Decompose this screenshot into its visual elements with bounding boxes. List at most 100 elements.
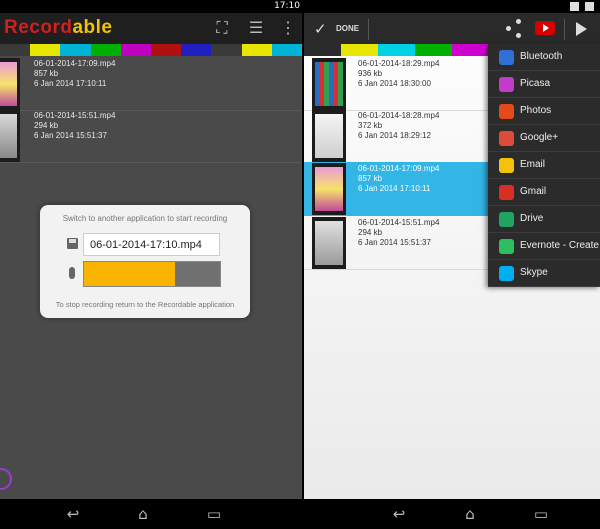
fullscreen-icon[interactable]: ⛶ xyxy=(211,18,233,40)
recording-size: 372 kb xyxy=(358,121,383,130)
drive-icon xyxy=(499,212,514,227)
share-menu-item-label: Skype xyxy=(520,267,548,278)
audio-level-meter xyxy=(83,261,221,287)
dialog-stop-hint: To stop recording return to the Recordab… xyxy=(55,300,235,309)
recording-size: 936 kb xyxy=(358,69,383,78)
home-icon[interactable]: ⌂ xyxy=(459,507,481,522)
color-strip-segment xyxy=(378,44,415,56)
back-icon[interactable]: ↩ xyxy=(388,507,410,522)
share-menu-item-label: Bluetooth xyxy=(520,51,563,62)
nav-bar: ↩ ⌂ ▭ xyxy=(0,499,302,529)
google-plus-icon xyxy=(499,131,514,146)
divider xyxy=(564,19,565,40)
microphone-icon xyxy=(69,267,75,279)
photos-icon xyxy=(499,104,514,119)
color-strip-segment xyxy=(271,44,302,56)
video-thumbnail xyxy=(312,217,346,269)
color-strip-segment xyxy=(60,44,91,56)
share-menu: Bluetooth Picasa Photos Google+ Email Gmail Dr… xyxy=(488,44,600,287)
share-menu-item[interactable]: Evernote - Create xyxy=(488,233,600,260)
recording-name: 06-01-2014-17:09.mp4 xyxy=(358,164,440,173)
recording-date: 6 Jan 2014 17:10:11 xyxy=(358,184,431,193)
skype-icon xyxy=(499,266,514,281)
dialog-instruction: Switch to another application to start r… xyxy=(62,214,228,223)
share-menu-item[interactable]: Drive xyxy=(488,206,600,233)
battery-icon xyxy=(585,2,594,11)
color-strip-segment xyxy=(151,44,182,56)
recording-dialog: Switch to another application to start r… xyxy=(40,205,250,318)
status-time: 17:10 xyxy=(274,1,300,11)
share-menu-item-label: Photos xyxy=(520,105,552,116)
wifi-icon xyxy=(570,2,579,11)
color-strip-segment xyxy=(241,44,272,56)
audio-level-fill xyxy=(84,262,176,286)
recording-date: 6 Jan 2014 18:30:00 xyxy=(358,79,431,88)
record-button[interactable] xyxy=(0,468,12,490)
color-strip-segment xyxy=(415,44,452,56)
home-icon[interactable]: ⌂ xyxy=(132,507,154,522)
checkmark-icon[interactable]: ✓ xyxy=(314,20,327,38)
recent-apps-icon[interactable]: ▭ xyxy=(203,507,225,522)
recording-row[interactable]: 06-01-2014-17:09.mp4 857 kb 6 Jan 2014 1… xyxy=(0,57,302,111)
app-title-part2: able xyxy=(72,17,113,38)
status-bar: 17:10 xyxy=(0,0,302,13)
share-menu-item-label: Email xyxy=(520,159,546,170)
recording-name: 06-01-2014-17:09.mp4 xyxy=(34,59,116,68)
email-icon xyxy=(499,158,514,173)
color-strip-segment xyxy=(30,44,61,56)
done-button[interactable]: DONE xyxy=(336,24,359,33)
recording-name: 06-01-2014-18:29.mp4 xyxy=(358,59,440,68)
color-strip-segment xyxy=(341,44,378,56)
recording-date: 6 Jan 2014 15:51:37 xyxy=(34,131,107,140)
filename-input[interactable] xyxy=(83,233,220,256)
recordable-share-screen: ✓ DONE 06-01-2014-18:29.mp4 936 kb 6 Jan… xyxy=(304,0,600,529)
color-strip-segment xyxy=(120,44,152,56)
contextual-action-bar: ✓ DONE xyxy=(304,13,600,44)
share-menu-item[interactable]: Picasa xyxy=(488,71,600,98)
color-strip xyxy=(0,44,302,56)
video-thumbnail xyxy=(312,163,346,215)
recording-row[interactable]: 06-01-2014-15:51.mp4 294 kb 6 Jan 2014 1… xyxy=(0,109,302,163)
recording-size: 294 kb xyxy=(34,121,59,130)
color-strip-segment xyxy=(0,44,31,56)
settings-sliders-icon[interactable]: ☰ xyxy=(245,18,267,40)
nav-bar: ↩ ⌂ ▭ xyxy=(304,499,600,529)
share-menu-item[interactable]: Gmail xyxy=(488,179,600,206)
share-menu-item-label: Picasa xyxy=(520,78,551,89)
video-thumbnail xyxy=(0,58,20,110)
share-menu-item[interactable]: Google+ xyxy=(488,125,600,152)
color-strip-segment xyxy=(452,44,489,56)
app-title-part1: Record xyxy=(4,17,73,38)
back-icon[interactable]: ↩ xyxy=(62,507,84,522)
recording-size: 857 kb xyxy=(34,69,59,78)
color-strip-segment xyxy=(304,44,341,56)
evernote-icon xyxy=(499,239,514,254)
video-thumbnail xyxy=(312,110,346,162)
video-thumbnail xyxy=(312,58,346,110)
share-menu-item[interactable]: Bluetooth xyxy=(488,44,600,71)
action-bar: Recordable ⛶ ☰ ⋮ xyxy=(0,13,302,44)
recording-name: 06-01-2014-18:28.mp4 xyxy=(358,111,440,120)
share-menu-item[interactable]: Photos xyxy=(488,98,600,125)
overflow-menu-icon[interactable]: ⋮ xyxy=(280,18,296,40)
share-menu-item-label: Evernote - Create xyxy=(520,240,599,251)
recording-name: 06-01-2014-15:51.mp4 xyxy=(34,111,116,120)
share-icon[interactable] xyxy=(502,16,526,41)
share-menu-item-label: Google+ xyxy=(520,132,559,143)
recording-date: 6 Jan 2014 15:51:37 xyxy=(358,238,431,247)
recent-apps-icon[interactable]: ▭ xyxy=(530,507,552,522)
status-bar xyxy=(304,0,600,13)
recording-size: 857 kb xyxy=(358,174,383,183)
recording-name: 06-01-2014-15:51.mp4 xyxy=(358,218,440,227)
recording-date: 6 Jan 2014 18:29:12 xyxy=(358,131,431,140)
picasa-icon xyxy=(499,77,514,92)
recording-size: 294 kb xyxy=(358,228,383,237)
youtube-icon[interactable] xyxy=(535,21,555,35)
color-strip-segment xyxy=(181,44,212,56)
recordable-recording-screen: 17:10 Recordable ⛶ ☰ ⋮ 06-01-2014-17:09.… xyxy=(0,0,302,529)
color-strip-segment xyxy=(211,44,242,56)
share-menu-item[interactable]: Email xyxy=(488,152,600,179)
bluetooth-icon xyxy=(499,50,514,65)
play-icon[interactable] xyxy=(576,22,587,36)
share-menu-item[interactable]: Skype xyxy=(488,260,600,287)
